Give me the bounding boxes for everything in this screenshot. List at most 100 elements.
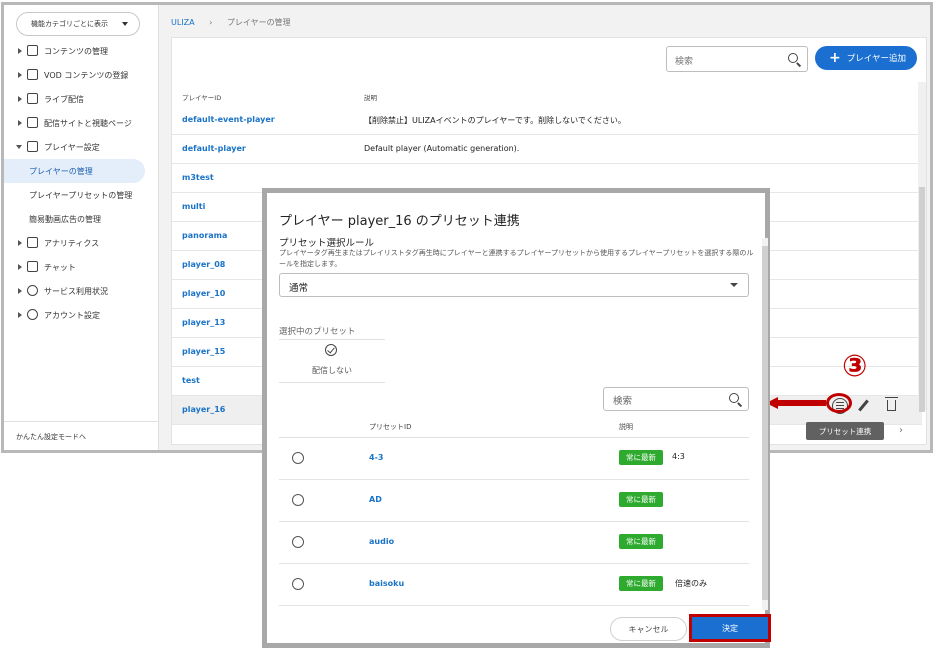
list-item[interactable]: baisoku 常に最新 倍速のみ [279, 564, 749, 606]
status-badge: 常に最新 [619, 492, 663, 507]
expand-arrow-icon [18, 264, 22, 270]
sidebar-item-usage[interactable]: サービス利用状況 [4, 279, 159, 303]
preset-radio[interactable] [292, 494, 304, 506]
table-row[interactable]: default-player Default player (Automatic … [172, 135, 922, 164]
scrollbar-thumb[interactable] [762, 246, 768, 600]
breadcrumb-current: プレイヤーの管理 [226, 18, 291, 27]
expand-arrow-icon [18, 48, 22, 54]
column-header-description: 説明 [364, 94, 377, 102]
player-id-link[interactable]: test [182, 376, 200, 385]
expand-arrow-icon [18, 120, 22, 126]
preset-id-link[interactable]: audio [369, 537, 394, 546]
player-id-link[interactable]: multi [182, 202, 205, 211]
preset-radio[interactable] [292, 452, 304, 464]
preset-search-input[interactable]: 検索 [603, 387, 749, 411]
sidebar-item-label: 配信サイトと視聴ページ [44, 118, 132, 128]
column-header-description: 説明 [619, 423, 633, 431]
sidebar-item-label: VOD コンテンツの登録 [44, 70, 129, 80]
expand-arrow-icon [18, 96, 22, 102]
dialog-scrollbar[interactable] [762, 238, 768, 610]
preset-rule-select[interactable]: 通常 [279, 273, 749, 297]
view-mode-select[interactable]: 機能カテゴリごとに表示 [16, 12, 140, 36]
player-id-link[interactable]: player_16 [182, 405, 225, 414]
next-page-icon[interactable]: › [899, 425, 903, 436]
status-badge: 常に最新 [619, 576, 663, 591]
preset-radio[interactable] [292, 578, 304, 590]
player-search-input[interactable]: 検索 [666, 46, 808, 72]
expand-arrow-icon [18, 240, 22, 246]
add-box-icon [27, 69, 38, 80]
sidebar-item-label: アナリティクス [44, 238, 100, 248]
player-id-link[interactable]: default-event-player [182, 115, 275, 124]
preset-radio[interactable] [292, 536, 304, 548]
preset-rule-help: プレイヤータグ再生またはプレイリストタグ再生時にプレイヤーと連携するプレイヤープ… [279, 249, 754, 268]
sidebar-subitem-player-presets[interactable]: プレイヤープリセットの管理 [4, 183, 159, 207]
sidebar-item-sites[interactable]: 配信サイトと視聴ページ [4, 111, 159, 135]
player-id-link[interactable]: panorama [182, 231, 227, 240]
expand-arrow-icon [18, 288, 22, 294]
scrollbar-thumb[interactable] [919, 187, 925, 412]
preset-id-link[interactable]: 4-3 [369, 453, 383, 462]
sidebar-item-label: ライブ配信 [44, 94, 84, 104]
usage-status-icon [27, 285, 38, 296]
player-description: Default player (Automatic generation). [364, 144, 520, 153]
breadcrumb-root[interactable]: ULIZA [171, 18, 195, 27]
preset-link-tooltip: プリセット連携 [806, 422, 884, 440]
sidebar-item-live[interactable]: ライブ配信 [4, 87, 159, 111]
search-placeholder: 検索 [613, 396, 633, 407]
player-id-link[interactable]: player_08 [182, 260, 225, 269]
status-badge: 常に最新 [619, 450, 663, 465]
search-icon[interactable] [729, 393, 739, 403]
player-id-link[interactable]: player_10 [182, 289, 225, 298]
list-item[interactable]: 4-3 常に最新 4:3 [279, 438, 749, 480]
sidebar-item-player-settings[interactable]: プレイヤー設定 [4, 135, 159, 159]
cancel-button[interactable]: キャンセル [610, 617, 687, 641]
account-icon [27, 309, 38, 320]
sidebar-item-account[interactable]: アカウント設定 [4, 303, 159, 327]
preset-rule-value: 通常 [289, 283, 309, 294]
view-mode-label: 機能カテゴリごとに表示 [31, 20, 108, 28]
confirm-button[interactable]: 決定 [689, 614, 771, 642]
video-camera-icon [27, 93, 38, 104]
pencil-edit-icon[interactable] [858, 399, 869, 412]
player-id-link[interactable]: default-player [182, 144, 246, 153]
analytics-icon [27, 237, 38, 248]
easy-mode-link[interactable]: かんたん設定モードへ [4, 421, 159, 450]
annotation-circle [826, 393, 852, 413]
preset-id-link[interactable]: AD [369, 495, 382, 504]
collapse-arrow-icon [16, 145, 22, 149]
sidebar-item-chat[interactable]: チャット [4, 255, 159, 279]
sidebar-subitem-player-manage[interactable]: プレイヤーの管理 [4, 159, 145, 183]
table-scrollbar[interactable] [918, 82, 926, 412]
sidebar-item-label: チャット [44, 262, 76, 272]
play-box-icon [27, 45, 38, 56]
current-preset-value: 配信しない [312, 366, 352, 375]
add-player-button[interactable]: + プレイヤー追加 [815, 46, 917, 70]
add-player-label: プレイヤー追加 [846, 54, 906, 64]
table-row[interactable]: default-event-player 【削除禁止】ULIZAイベントのプレイヤ… [172, 106, 922, 135]
plus-icon: + [829, 50, 841, 66]
sidebar-subitem-simple-ads[interactable]: 簡易動画広告の管理 [4, 207, 159, 231]
search-placeholder: 検索 [675, 57, 694, 67]
player-id-link[interactable]: m3test [182, 173, 214, 182]
caret-down-icon [730, 283, 738, 287]
breadcrumb: ULIZA › プレイヤーの管理 [171, 17, 303, 28]
list-item[interactable]: audio 常に最新 [279, 522, 749, 564]
dialog-title: プレイヤー player_16 のプリセット連携 [279, 214, 520, 229]
sidebar-item-analytics[interactable]: アナリティクス [4, 231, 159, 255]
search-icon[interactable] [788, 53, 798, 63]
preset-table: 4-3 常に最新 4:3 AD 常に最新 audio 常に最新 baisoku … [279, 438, 749, 606]
preset-description: 倍速のみ [675, 579, 707, 588]
status-badge: 常に最新 [619, 534, 663, 549]
player-id-link[interactable]: player_13 [182, 318, 225, 327]
sidebar-item-vod-register[interactable]: VOD コンテンツの登録 [4, 63, 159, 87]
trash-icon[interactable] [885, 397, 898, 411]
player-id-link[interactable]: player_15 [182, 347, 225, 356]
chat-icon [27, 261, 38, 272]
sidebar-item-label: サービス利用状況 [44, 286, 108, 296]
sidebar-item-contents[interactable]: コンテンツの管理 [4, 39, 159, 63]
preset-rule-label: プリセット選択ルール [279, 238, 375, 249]
list-item[interactable]: AD 常に最新 [279, 480, 749, 522]
preset-id-link[interactable]: baisoku [369, 579, 404, 588]
caret-down-icon [122, 22, 128, 26]
